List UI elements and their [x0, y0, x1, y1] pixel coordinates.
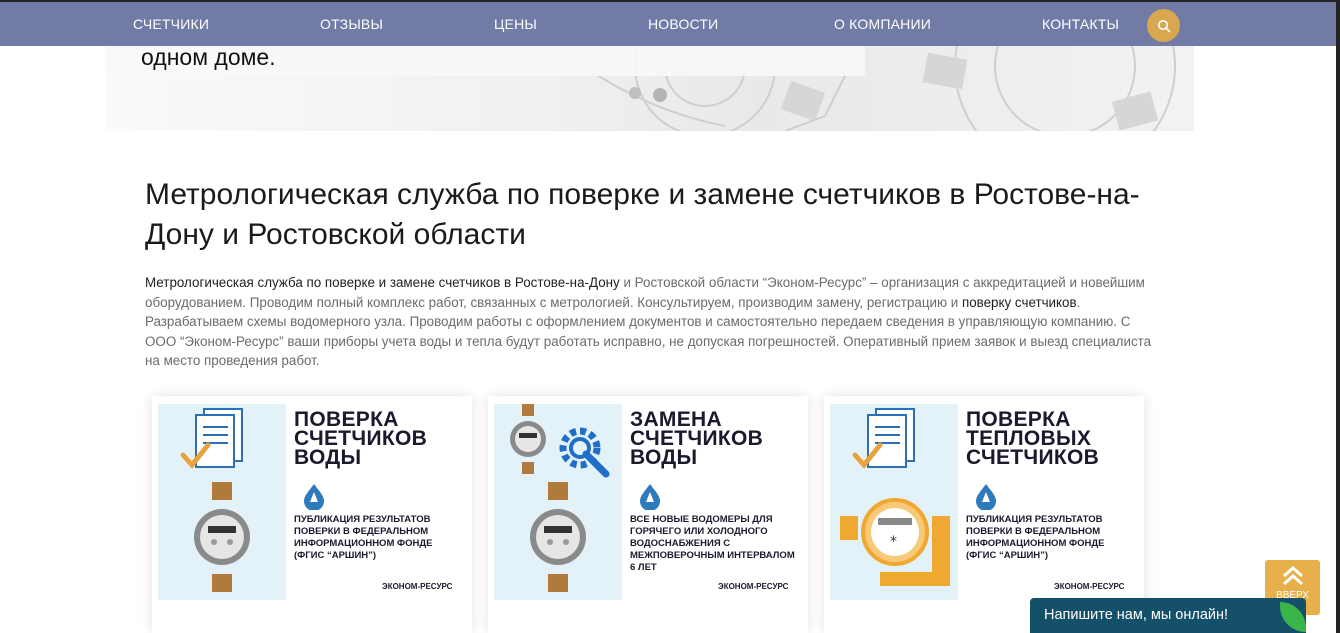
drop-logo-icon	[640, 484, 660, 510]
document-check-icon	[180, 408, 243, 469]
card-illustration: *	[830, 404, 958, 600]
leaf-icon	[1280, 602, 1306, 632]
small-meter-icon	[510, 404, 546, 474]
nav-item-contacts[interactable]: КОНТАКТЫ	[1042, 16, 1119, 32]
card-title: Поверка счетчиков воды	[294, 408, 428, 469]
service-card-water-replacement[interactable]: Замена счетчиков воды Все новые водомеры…	[488, 396, 808, 633]
document-check-icon	[852, 408, 915, 469]
water-meter-icon	[530, 482, 586, 592]
nav-item-about[interactable]: О КОМПАНИИ	[834, 16, 931, 32]
chat-widget-button[interactable]: Напишите нам, мы онлайн!	[1030, 598, 1306, 633]
card-image: Замена счетчиков воды Все новые водомеры…	[494, 404, 802, 600]
card-illustration	[158, 404, 286, 600]
search-icon	[1157, 19, 1170, 32]
search-button[interactable]	[1147, 9, 1180, 42]
double-chevron-up-icon	[1282, 566, 1303, 586]
card-brand: Эконом-Ресурс	[382, 582, 453, 591]
gear-wrench-icon	[559, 427, 610, 478]
hero-text: одном доме.	[141, 46, 276, 70]
card-image: * Поверка тепловых счетчиков Публикация …	[830, 404, 1138, 600]
water-meter-icon	[194, 482, 250, 592]
card-brand: Эконом-Ресурс	[1054, 582, 1125, 591]
card-description: Публикация результатов поверки в Федерал…	[294, 514, 433, 561]
card-brand: Эконом-Ресурс	[718, 582, 789, 591]
heat-meter-icon: *	[840, 498, 950, 586]
nav-item-counters[interactable]: СЧЕТЧИКИ	[133, 16, 209, 32]
svg-text:*: *	[890, 534, 897, 550]
intro-bold-1: Метрологическая служба по поверке и заме…	[145, 275, 620, 290]
nav-item-reviews[interactable]: ОТЗЫВЫ	[320, 16, 383, 32]
chat-label: Напишите нам, мы онлайн!	[1044, 607, 1229, 623]
card-title: Замена счетчиков воды	[630, 408, 764, 469]
top-navigation: СЧЕТЧИКИ ОТЗЫВЫ ЦЕНЫ НОВОСТИ О КОМПАНИИ …	[0, 0, 1340, 48]
page-title: Метрологическая служба по поверке и заме…	[145, 178, 1140, 251]
nav-item-news[interactable]: НОВОСТИ	[648, 16, 718, 32]
drop-logo-icon	[304, 484, 324, 510]
card-description: Все новые водомеры для горячего или холо…	[630, 514, 795, 573]
card-title: Поверка тепловых счетчиков	[966, 408, 1100, 469]
intro-bold-2: поверку счетчиков	[961, 294, 1077, 310]
window-edge	[1336, 2, 1340, 48]
drop-logo-icon	[976, 484, 996, 510]
card-image: Поверка счетчиков воды Публикация резуль…	[158, 404, 466, 600]
window-border	[1336, 0, 1340, 633]
nav-item-prices[interactable]: ЦЕНЫ	[494, 16, 537, 32]
card-description: Публикация результатов поверки в Федерал…	[966, 514, 1105, 561]
intro-paragraph: Метрологическая служба по поверке и заме…	[145, 273, 1155, 371]
card-illustration	[494, 404, 622, 600]
hero-banner: одном доме.	[105, 46, 1194, 131]
service-card-water-verification[interactable]: Поверка счетчиков воды Публикация резуль…	[152, 396, 472, 633]
